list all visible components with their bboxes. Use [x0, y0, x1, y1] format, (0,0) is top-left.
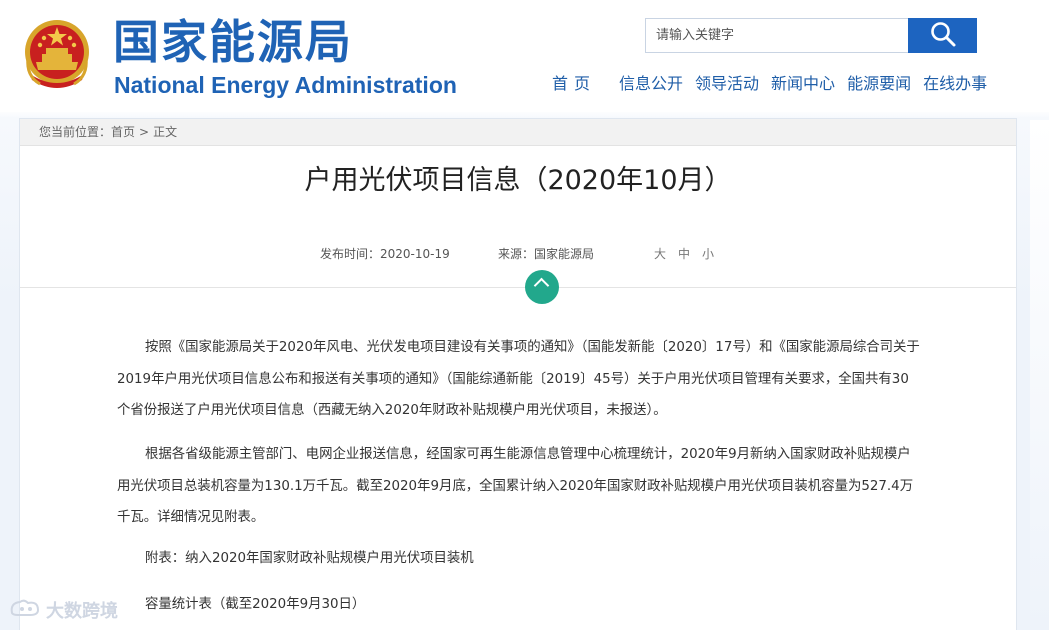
- search-icon: [929, 20, 957, 51]
- font-size-switcher: 大中小: [654, 245, 726, 262]
- site-header: 国家能源局 National Energy Administration 首页 …: [0, 0, 1049, 112]
- nav-item-news-center[interactable]: 新闻中心: [771, 72, 835, 96]
- page-side-strip: [1030, 120, 1049, 630]
- article-paragraph: 按照《国家能源局关于2020年风电、光伏发电项目建设有关事项的通知》（国能发新能…: [117, 340, 920, 418]
- national-emblem-icon[interactable]: [22, 18, 92, 92]
- nav-item-info-disclosure[interactable]: 信息公开: [619, 72, 683, 96]
- breadcrumb-current: 正文: [153, 125, 178, 139]
- site-title-en[interactable]: National Energy Administration: [114, 71, 457, 99]
- font-size-small[interactable]: 小: [702, 247, 726, 261]
- publish-date: 2020-10-19: [380, 247, 450, 261]
- nav-item-home[interactable]: 首页: [552, 72, 596, 96]
- font-size-large[interactable]: 大: [654, 247, 678, 261]
- article-meta: 发布时间：2020-10-19 来源：国家能源局 大中小: [20, 245, 1016, 265]
- collapse-toggle-button[interactable]: [525, 270, 559, 304]
- attachment-line: 附表：纳入2020年国家财政补贴规模户用光伏项目装机: [145, 551, 474, 566]
- watermark: 大数跨境: [8, 596, 118, 624]
- nav-item-energy-news[interactable]: 能源要闻: [847, 72, 911, 96]
- search-button[interactable]: [908, 18, 977, 53]
- breadcrumb-prefix: 您当前位置：: [39, 125, 112, 139]
- source-value: 国家能源局: [534, 247, 595, 261]
- article-paragraph: 根据各省级能源主管部门、电网企业报送信息，经国家可再生能源信息管理中心梳理统计，…: [117, 447, 914, 525]
- font-size-medium[interactable]: 中: [678, 247, 702, 261]
- watermark-logo-icon: [8, 597, 46, 624]
- source-info: 来源：国家能源局: [498, 245, 594, 262]
- publish-info: 发布时间：2020-10-19: [320, 245, 450, 262]
- nav-item-online-service[interactable]: 在线办事: [923, 72, 987, 96]
- breadcrumb-home-link[interactable]: 首页: [111, 125, 135, 139]
- breadcrumb: 您当前位置：首页 > 正文: [20, 119, 1016, 146]
- meta-divider: [20, 287, 1016, 288]
- publish-label: 发布时间：: [320, 247, 381, 261]
- breadcrumb-separator: >: [139, 125, 150, 139]
- source-label: 来源：: [498, 247, 535, 261]
- nav-item-leadership[interactable]: 领导活动: [695, 72, 759, 96]
- main-nav: 首页 信息公开 领导活动 新闻中心 能源要闻 在线办事: [540, 72, 999, 96]
- site-title-cn[interactable]: 国家能源局: [113, 14, 353, 70]
- attachment-line-cont: 容量统计表（截至2020年9月30日）: [145, 597, 366, 612]
- search-input[interactable]: [645, 18, 909, 53]
- article-title: 户用光伏项目信息（2020年10月）: [304, 165, 732, 196]
- watermark-text: 大数跨境: [46, 601, 118, 622]
- article-card: 您当前位置：首页 > 正文 户用光伏项目信息（2020年10月） 发布时间：2020…: [19, 118, 1017, 630]
